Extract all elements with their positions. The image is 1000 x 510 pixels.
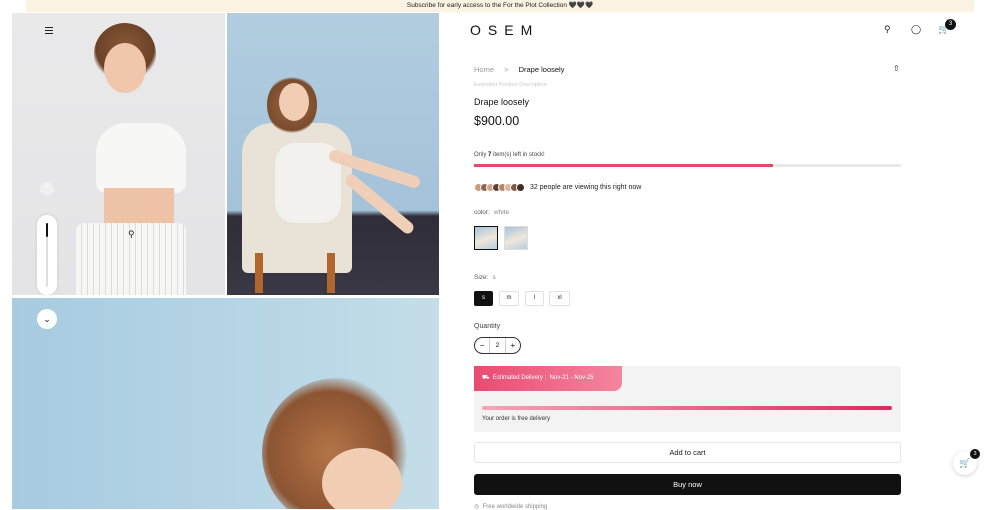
size-option-s[interactable]: s [474, 291, 493, 306]
size-label: Size: s [474, 274, 496, 281]
breadcrumb-separator: > [504, 65, 509, 74]
cart-count-badge: 3 [945, 19, 956, 30]
estimated-delivery-label: Estimated Delivery : [492, 375, 547, 381]
color-label: color: white [474, 209, 509, 216]
size-label-text: Size: [474, 274, 489, 281]
color-swatch-selected[interactable] [474, 226, 498, 250]
stock-progress-fill [474, 164, 773, 167]
size-option-m[interactable]: m [499, 291, 519, 306]
face-shape [279, 83, 309, 121]
size-option-l[interactable]: l [525, 291, 544, 306]
delivery-panel: ⛟ Estimated Delivery : Nov-21 - Nov-25 Y… [474, 366, 901, 432]
stock-prefix: Only [474, 152, 489, 158]
cart-icon: 🛒 [959, 458, 971, 468]
search-icon[interactable]: ⚲ [884, 24, 891, 35]
stock-suffix: item(s) left in stock! [491, 152, 545, 158]
minus-icon[interactable]: − [475, 338, 489, 353]
floating-cart-badge: 3 [970, 449, 980, 459]
color-label-text: color: [474, 209, 490, 216]
avatar [516, 182, 525, 192]
top-shape [96, 123, 186, 193]
face-shape [104, 43, 146, 93]
shipping-note-text: Free worldwide shipping [482, 504, 548, 510]
extended-description-link[interactable]: Extended Product Description [474, 82, 547, 88]
menu-icon[interactable] [45, 27, 53, 34]
estimated-delivery-tag: ⛟ Estimated Delivery : Nov-21 - Nov-25 [474, 366, 622, 391]
free-delivery-progress [482, 406, 892, 410]
zoom-icon[interactable]: ⚲ [128, 229, 135, 240]
product-photo-2[interactable] [227, 13, 439, 295]
breadcrumb-home[interactable]: Home [474, 65, 494, 74]
account-icon[interactable]: ◯ [911, 24, 921, 35]
free-delivery-text: Your order is free delivery [482, 416, 551, 422]
color-swatch[interactable] [504, 226, 528, 250]
quantity-value[interactable]: 2 [489, 338, 506, 353]
stock-text: Only 7 item(s) left in stock! [474, 152, 545, 158]
quantity-label: Quantity [474, 323, 501, 330]
gallery-slider[interactable] [37, 215, 57, 295]
viewers-text: 32 people are viewing this right now [530, 183, 642, 191]
breadcrumb: Home > Drape loosely [474, 65, 564, 74]
size-option-xl[interactable]: xl [549, 291, 570, 306]
quantity-stepper[interactable]: − 2 + [474, 337, 521, 354]
color-value: white [493, 209, 510, 216]
announcement-bar[interactable]: Subscribe for early access to the For th… [26, 0, 974, 12]
stock-progress-bar [474, 164, 901, 167]
product-price: $900.00 [474, 114, 520, 128]
product-title: Drape loosely [474, 97, 530, 107]
truck-icon: ⛟ [482, 375, 490, 381]
plus-icon[interactable]: + [506, 338, 520, 353]
chevron-down-icon[interactable]: ⌄ [37, 309, 57, 329]
face-shape [322, 448, 402, 509]
size-value: s [492, 274, 496, 281]
viewers-indicator: 32 people are viewing this right now [474, 182, 641, 192]
product-photo-3[interactable] [12, 298, 439, 509]
estimated-delivery-range: Nov-21 - Nov-25 [549, 375, 594, 381]
chevron-up-icon[interactable]: ⌃ [40, 182, 54, 196]
chair-leg-shape [327, 253, 335, 293]
breadcrumb-current: Drape loosely [518, 65, 565, 74]
brand-logo[interactable]: OSEM [470, 22, 539, 38]
chair-leg-shape [255, 253, 263, 293]
globe-icon: ◎ [474, 504, 480, 510]
torso-shape [104, 188, 174, 228]
buy-now-button[interactable]: Buy now [474, 474, 901, 495]
add-to-cart-button[interactable]: Add to cart [474, 442, 901, 463]
slider-thumb[interactable] [46, 223, 48, 237]
share-icon[interactable]: ⇧ [893, 64, 900, 73]
